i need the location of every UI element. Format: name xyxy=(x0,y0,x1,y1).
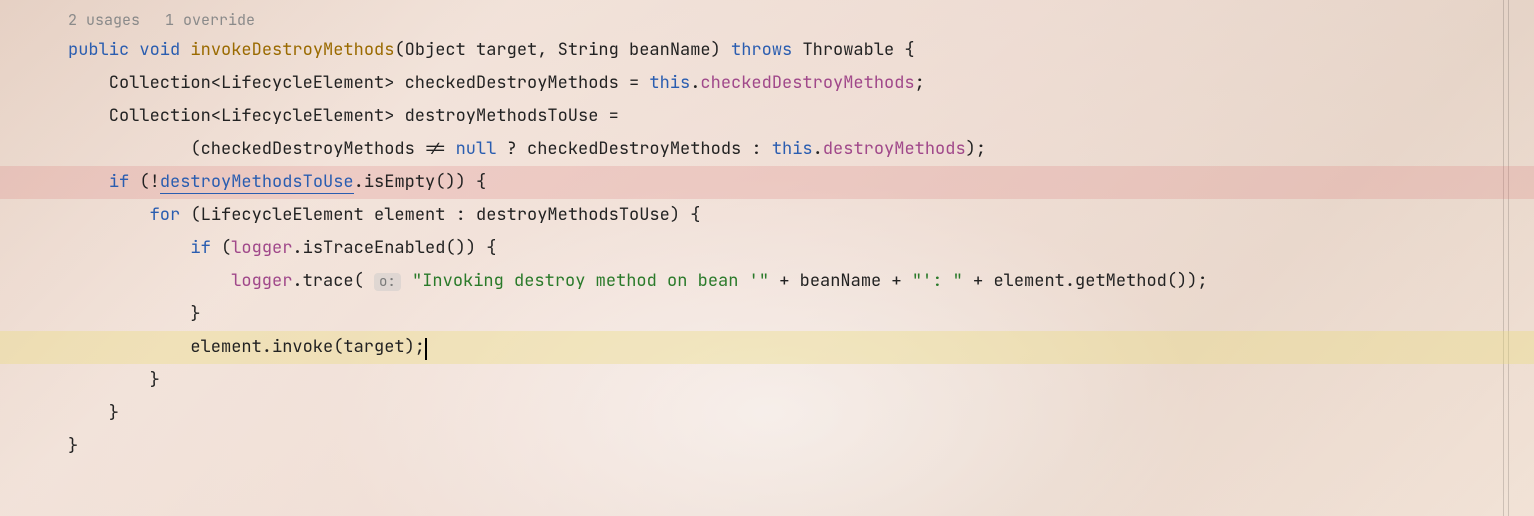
keyword-public: public xyxy=(68,39,129,61)
code-line[interactable]: } xyxy=(0,430,1534,463)
code-line[interactable]: } xyxy=(0,397,1534,430)
keyword-null: null xyxy=(456,138,497,160)
keyword-if: if xyxy=(109,171,129,193)
code-line[interactable]: Collection<LifecycleElement> destroyMeth… xyxy=(0,100,1534,133)
code-line[interactable]: for (LifecycleElement element : destroyM… xyxy=(0,199,1534,232)
string-literal: "': " xyxy=(912,270,963,292)
code-line[interactable]: } xyxy=(0,364,1534,397)
code-line-caret-highlight[interactable]: element.invoke(target); xyxy=(0,331,1534,364)
field-ref: checkedDestroyMethods xyxy=(700,72,914,94)
keyword-void: void xyxy=(139,39,180,61)
code-line[interactable]: } xyxy=(0,298,1534,331)
keyword-this: this xyxy=(649,72,690,94)
text-cursor xyxy=(425,338,427,360)
field-ref: logger xyxy=(231,270,292,292)
code-line[interactable]: logger.trace( o: "Invoking destroy metho… xyxy=(0,265,1534,298)
code-line[interactable]: if (logger.isTraceEnabled()) { xyxy=(0,232,1534,265)
keyword-this: this xyxy=(772,138,813,160)
code-line-error-highlight[interactable]: if (!destroyMethodsToUse.isEmpty()) { xyxy=(0,166,1534,199)
field-ref: destroyMethods xyxy=(823,138,966,160)
override-hint[interactable]: 1 override xyxy=(165,10,255,30)
code-line[interactable]: public void invokeDestroyMethods(Object … xyxy=(0,34,1534,67)
code-editor[interactable]: 2 usages 1 override public void invokeDe… xyxy=(0,0,1534,463)
usages-hint[interactable]: 2 usages xyxy=(68,10,140,30)
keyword-for: for xyxy=(150,204,181,226)
method-name: invokeDestroyMethods xyxy=(190,39,394,61)
variable-link[interactable]: destroyMethodsToUse xyxy=(160,171,354,194)
field-ref: logger xyxy=(231,237,292,259)
string-literal: "Invoking destroy method on bean '" xyxy=(412,270,769,292)
parameter-hint: o: xyxy=(374,273,401,291)
keyword-throws: throws xyxy=(731,39,792,61)
keyword-if: if xyxy=(190,237,210,259)
code-line[interactable]: Collection<LifecycleElement> checkedDest… xyxy=(0,67,1534,100)
code-line[interactable]: (checkedDestroyMethods != null ? checked… xyxy=(0,133,1534,166)
inlay-hints[interactable]: 2 usages 1 override xyxy=(0,4,1534,34)
